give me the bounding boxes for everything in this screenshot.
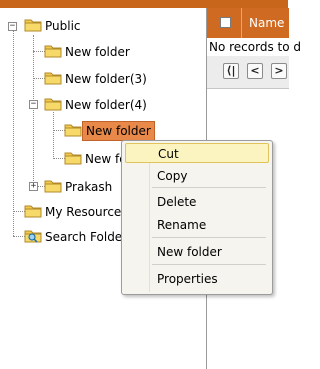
menu-item-label: Cut (158, 147, 179, 161)
collapse-icon[interactable]: − (8, 22, 17, 31)
menu-item-label: Delete (157, 195, 197, 209)
select-all-checkbox[interactable] (220, 17, 231, 28)
grid-header: Name (207, 8, 289, 38)
menu-separator (152, 187, 266, 188)
tree-node-label: New folder(4) (65, 98, 147, 112)
tree-node-label: Public (45, 19, 81, 33)
tree-node-new-folder-3[interactable]: New folder(3) (44, 70, 154, 88)
context-menu: Cut Copy Delete Rename New folder Proper… (121, 140, 273, 295)
folder-icon (44, 98, 62, 111)
menu-item-label: Properties (157, 272, 218, 286)
tree-node-new-folder-4[interactable]: − New folder(4) (27, 96, 157, 114)
folder-icon (44, 72, 62, 85)
tree-node-my-resources[interactable]: My Resources (24, 203, 134, 221)
next-page-button[interactable]: > (271, 63, 287, 79)
menu-item-rename[interactable]: Rename (125, 215, 269, 235)
collapse-icon[interactable]: − (29, 100, 38, 109)
tree-node-new-folder[interactable]: New folder (44, 43, 144, 61)
tree-node-new-folder-selected[interactable]: New folder (64, 120, 155, 142)
folder-icon (44, 45, 62, 58)
tree-node-label: Prakash (65, 180, 113, 194)
tree-connector (53, 112, 54, 159)
folder-icon (24, 205, 42, 218)
tree-node-public[interactable]: − Public (6, 17, 96, 35)
folder-icon (24, 19, 42, 32)
menu-item-properties[interactable]: Properties (125, 269, 269, 289)
folder-icon (44, 180, 62, 193)
tree-node-label: New folder (65, 45, 130, 59)
tree-connector (13, 31, 14, 236)
menu-item-cut[interactable]: Cut (125, 143, 269, 163)
first-page-button[interactable]: ⟨| (223, 63, 239, 79)
empty-records-text: No records to d (209, 40, 302, 54)
tree-node-label-selected: New folder (82, 121, 155, 141)
menu-item-copy[interactable]: Copy (125, 166, 269, 186)
tree-node-prakash[interactable]: + Prakash (27, 178, 127, 196)
grid-pager: ⟨| < > (207, 56, 289, 89)
menu-item-new-folder[interactable]: New folder (125, 242, 269, 262)
tree-node-label: My Resources (45, 205, 128, 219)
menu-item-delete[interactable]: Delete (125, 192, 269, 212)
search-folder-icon (24, 230, 42, 243)
tree-node-search-folder[interactable]: Search Folder (24, 228, 134, 246)
folder-icon (64, 124, 82, 137)
column-separator (241, 8, 242, 38)
tree-node-label: New folder(3) (65, 72, 147, 86)
menu-separator (152, 237, 266, 238)
column-header-name[interactable]: Name (249, 16, 284, 30)
menu-item-label: New folder (157, 245, 222, 259)
folder-icon (64, 152, 82, 165)
tree-node-new-folder-partial[interactable]: New fo (64, 150, 127, 168)
expand-icon[interactable]: + (29, 182, 38, 191)
menu-item-label: Copy (157, 169, 188, 183)
menu-separator (152, 264, 266, 265)
tree-node-label: Search Folder (45, 230, 128, 244)
previous-page-button[interactable]: < (247, 63, 263, 79)
menu-item-label: Rename (157, 218, 207, 232)
